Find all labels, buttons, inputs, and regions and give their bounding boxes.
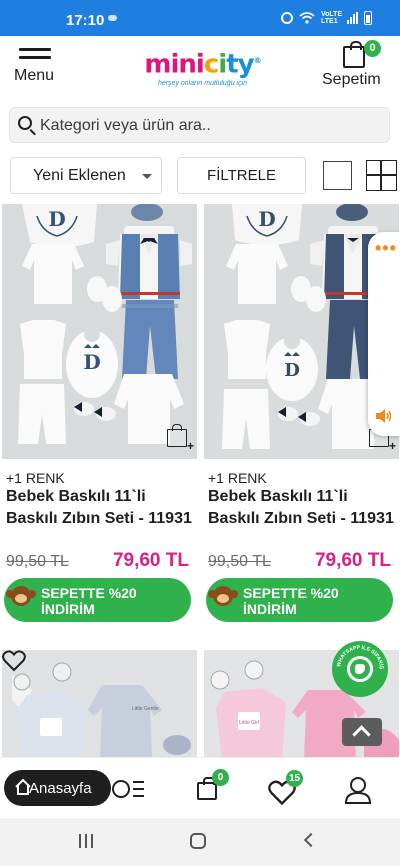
logo-tagline: herşey onların mutluluğu için [157, 79, 248, 87]
back-icon[interactable] [303, 832, 319, 848]
more-dots-icon: ••• [375, 238, 397, 258]
old-price: 99,50 TL [208, 553, 271, 570]
nav-home-label: Anasayfa [29, 780, 92, 797]
svg-text:Little Gentle: Little Gentle [132, 706, 159, 712]
product-name[interactable]: Bebek Baskılı 11`li Baskılı Zıbın Seti -… [6, 486, 192, 530]
sort-select[interactable]: Yeni Eklenen [10, 157, 162, 194]
network-label: VoLTE LTE1 [321, 11, 343, 25]
cloud-icon [108, 15, 117, 21]
signal-icon [347, 12, 358, 24]
scroll-to-top-button[interactable] [342, 718, 382, 746]
sale-price: 79,60 TL [112, 550, 189, 571]
wifi-icon [299, 12, 315, 24]
promo-badge[interactable]: SEPETTE %20 İNDİRİM [206, 578, 393, 622]
promo-text: SEPETTE %20 İNDİRİM [243, 585, 339, 617]
favorites-badge: 15 [286, 770, 303, 787]
recents-icon[interactable] [79, 834, 95, 848]
nav-home[interactable]: Anasayfa [4, 770, 111, 806]
monkey-icon [6, 581, 36, 609]
screen: 17:10 VoLTE LTE1 Menu minicity® herşey o… [0, 0, 400, 866]
cart-badge: 0 [212, 769, 229, 786]
shopping-bag-icon [343, 41, 365, 68]
system-navigation-bar [0, 818, 400, 866]
product-card[interactable]: D D + +1 RENK Bebek Baskılı 11`li Baskıl… [2, 204, 197, 629]
cart-label: Sepetim [322, 71, 381, 88]
menu-button[interactable]: Menu [12, 44, 60, 90]
search-input[interactable]: Kategori veya ürün ara.. [9, 107, 390, 143]
bottom-navigation: Anasayfa 0 15 [0, 757, 400, 818]
single-column-view-icon[interactable] [323, 161, 352, 190]
status-bar: 17:10 VoLTE LTE1 [0, 0, 400, 36]
search-icon [18, 116, 32, 130]
cart-count-badge: 0 [364, 40, 381, 57]
promo-badge[interactable]: SEPETTE %20 İNDİRİM [4, 578, 191, 622]
svg-text:WHATSAPP İLE SİPARİŞ: WHATSAPP İLE SİPARİŞ [336, 644, 385, 670]
status-time: 17:10 [66, 12, 105, 29]
add-to-cart-icon[interactable] [167, 424, 194, 453]
promo-text: SEPETTE %20 İNDİRİM [41, 585, 137, 617]
baby-set-illustration: Little Gentle [2, 650, 197, 760]
battery-icon [364, 11, 372, 25]
svg-text:D: D [284, 360, 300, 381]
grid-view-icon[interactable] [366, 160, 397, 191]
alarm-icon [281, 12, 293, 24]
user-icon[interactable] [345, 776, 371, 804]
search-placeholder: Kategori veya ürün ara.. [40, 117, 211, 134]
app-header: Menu minicity® herşey onların mutluluğu … [0, 36, 400, 98]
filter-button[interactable]: FİLTRELE [177, 157, 306, 194]
svg-text:Little Girl: Little Girl [239, 720, 259, 726]
cart-button[interactable]: 0 Sepetim [322, 40, 388, 92]
monkey-icon [208, 581, 238, 609]
svg-text:D: D [258, 207, 275, 231]
product-image[interactable]: Little Gentle [2, 650, 197, 760]
color-variant-label: +1 RENK [208, 470, 267, 486]
whatsapp-label: WHATSAPP İLE SİPARİŞ [336, 644, 385, 670]
color-variant-label: +1 RENK [6, 470, 65, 486]
speaker-icon[interactable] [375, 408, 393, 424]
shopping-bag-icon [197, 777, 217, 800]
nav-favorites[interactable]: 15 [268, 770, 303, 806]
svg-text:D: D [83, 350, 100, 374]
product-image[interactable]: D D + [2, 204, 197, 459]
hamburger-icon [19, 48, 51, 64]
logo-wordmark: minicity® [144, 49, 261, 80]
product-name[interactable]: Bebek Baskılı 11`li Baskılı Zıbın Seti -… [208, 486, 394, 530]
sale-price: 79,60 TL [314, 550, 391, 571]
sort-label: Yeni Eklenen [33, 167, 126, 184]
minicity-logo[interactable]: minicity® herşey onların mutluluğu için [140, 48, 265, 88]
categories-icon[interactable] [112, 778, 146, 800]
baby-set-illustration: D D [2, 204, 197, 459]
status-icons: VoLTE LTE1 [281, 11, 372, 25]
caret-down-icon [142, 174, 152, 179]
nav-cart[interactable]: 0 [195, 769, 229, 806]
system-home-icon[interactable] [190, 833, 206, 849]
filter-label: FİLTRELE [207, 167, 276, 184]
menu-label: Menu [14, 67, 55, 84]
product-card[interactable]: Little Gentle [2, 650, 197, 760]
heart-icon[interactable] [2, 650, 26, 672]
old-price: 99,50 TL [6, 553, 69, 570]
whatsapp-order-button[interactable]: WHATSAPP İLE SİPARİŞ [332, 641, 388, 697]
side-menu-tab[interactable]: ••• [368, 232, 400, 436]
svg-text:D: D [48, 207, 65, 231]
